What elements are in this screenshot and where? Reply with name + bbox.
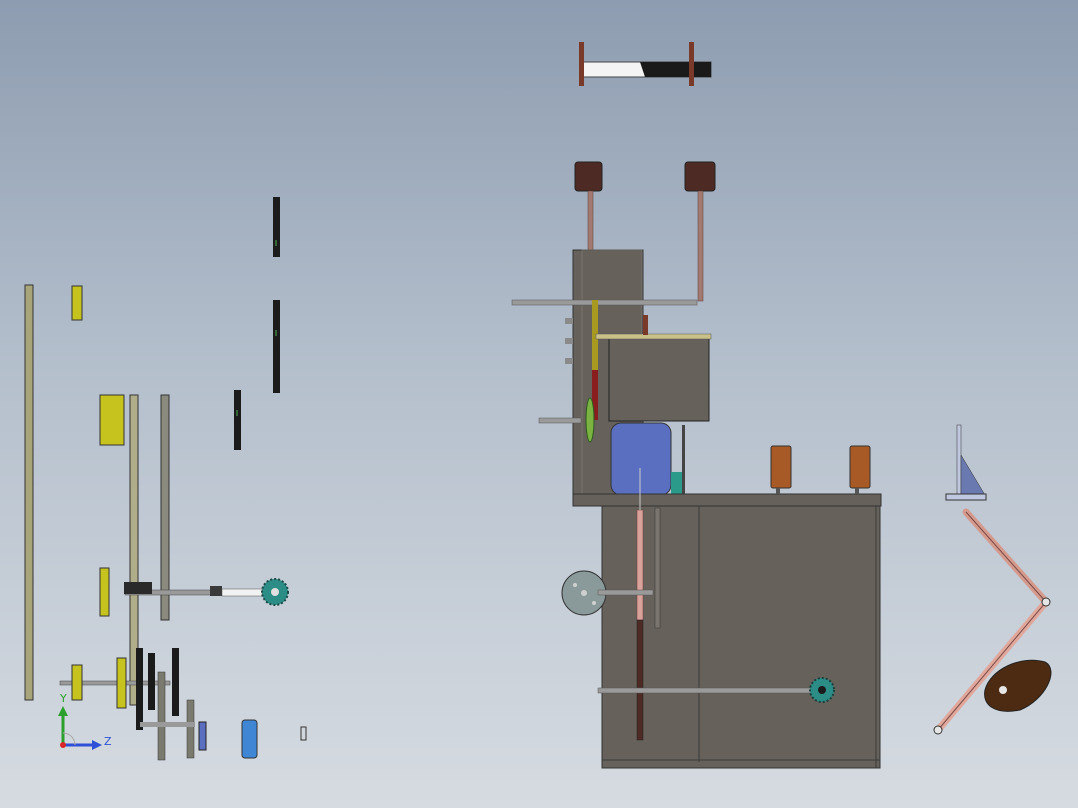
vertical-copper-rod[interactable] bbox=[636, 509, 644, 621]
black-strip-1[interactable] bbox=[273, 197, 280, 257]
yellow-disc-2[interactable] bbox=[99, 394, 125, 446]
hanger-knob-left[interactable] bbox=[574, 161, 603, 192]
blue-cylinder[interactable] bbox=[241, 719, 258, 759]
orange-block-1[interactable] bbox=[770, 445, 792, 489]
horizontal-shaft-top[interactable] bbox=[511, 299, 698, 306]
cad-viewport[interactable]: Y Z bbox=[0, 0, 1078, 808]
yellow-disc-1[interactable] bbox=[71, 285, 83, 321]
horizontal-shaft-bottom[interactable] bbox=[597, 687, 814, 694]
axis-triad: Y Z bbox=[58, 692, 112, 750]
main-cabinet[interactable] bbox=[601, 505, 881, 769]
blue-motor[interactable] bbox=[610, 422, 672, 496]
long-bar-left[interactable] bbox=[24, 284, 34, 701]
tall-plate-2[interactable] bbox=[160, 394, 170, 621]
exploded-parts-left bbox=[24, 197, 307, 761]
shaft-clamp[interactable] bbox=[124, 582, 152, 594]
assembly-drawing: Y Z bbox=[24, 42, 1052, 769]
axis-y-label: Y bbox=[59, 692, 67, 705]
linkage-assembly bbox=[933, 424, 1052, 735]
bracket-plate[interactable] bbox=[945, 493, 987, 501]
black-strip-2[interactable] bbox=[273, 300, 280, 393]
axis-z-label: Z bbox=[104, 735, 112, 748]
lower-frame[interactable] bbox=[572, 493, 882, 507]
machine-frame bbox=[511, 42, 882, 769]
hanger-knob-right[interactable] bbox=[684, 161, 716, 192]
small-blue-part[interactable] bbox=[198, 721, 207, 751]
black-strip-3[interactable] bbox=[234, 390, 241, 450]
hopper-box[interactable] bbox=[608, 337, 710, 422]
orange-block-2[interactable] bbox=[849, 445, 871, 489]
yellow-disc-3[interactable] bbox=[99, 567, 110, 617]
